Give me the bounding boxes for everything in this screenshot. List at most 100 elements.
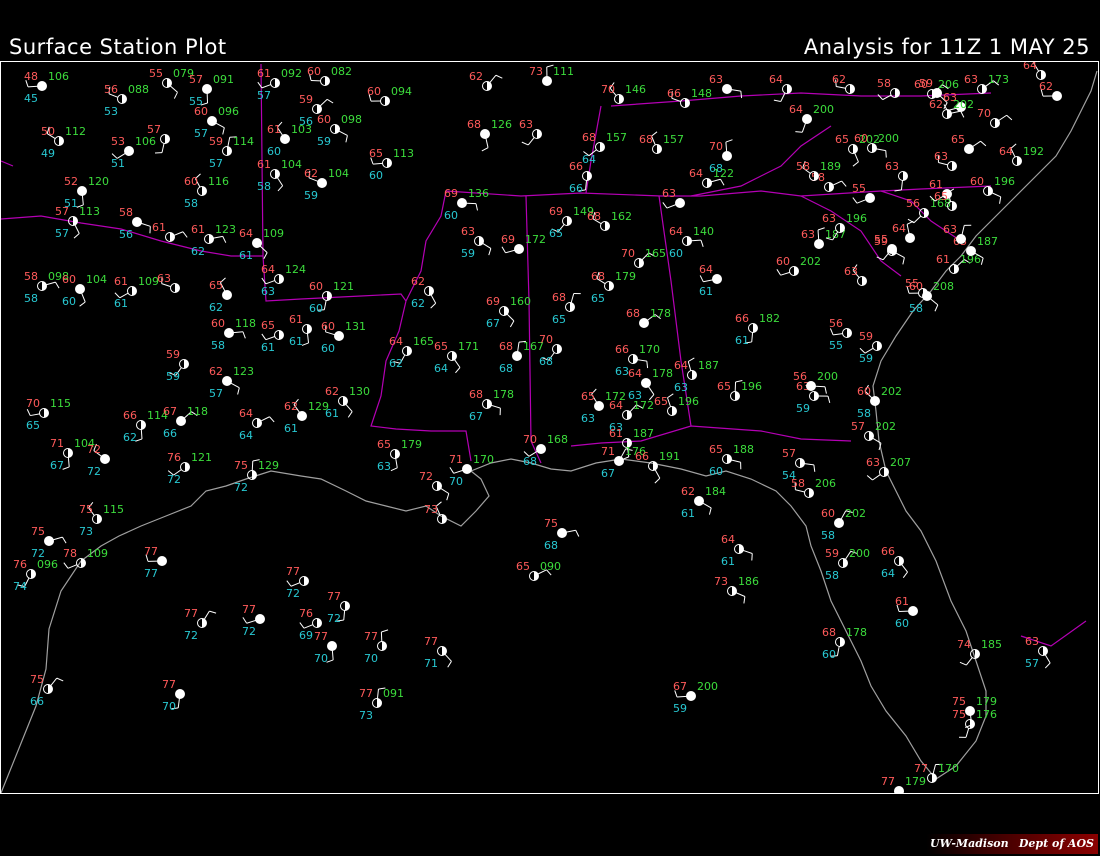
- sky-cover-symbol: [207, 116, 217, 126]
- temperature-value: 63: [964, 73, 978, 86]
- pressure-value: 192: [1023, 145, 1044, 158]
- station-plot: 73 186: [714, 575, 759, 604]
- wind-barb-staff: [454, 359, 461, 368]
- temperature-value: 63: [157, 272, 171, 285]
- wind-barb-flag: [521, 141, 529, 146]
- pressure-value: 178: [652, 367, 673, 380]
- station-plot: 65 64 171: [434, 340, 479, 375]
- temperature-value: 70: [709, 140, 723, 153]
- wind-barb-flag: [390, 467, 398, 472]
- temperature-value: 62: [929, 98, 943, 111]
- temperature-value: 71: [50, 437, 64, 450]
- wind-barb-staff: [998, 114, 1007, 121]
- wind-barb-staff: [173, 231, 184, 236]
- wind-barb-flag: [261, 333, 267, 340]
- dewpoint-value: 58: [184, 197, 198, 210]
- pressure-value: 173: [988, 73, 1009, 86]
- temperature-value: 67: [163, 405, 177, 418]
- sky-cover-symbol: [905, 233, 915, 243]
- temperature-value: 60: [970, 175, 984, 188]
- temperature-value: 62: [284, 400, 298, 413]
- wind-barb-staff: [817, 229, 820, 240]
- station-plot: 60 082: [307, 65, 352, 86]
- temperature-value: 62: [325, 385, 339, 398]
- temperature-value: 52: [64, 175, 78, 188]
- pressure-value: 202: [875, 420, 896, 433]
- station-plot: 67 59 200: [673, 680, 718, 715]
- wind-barb-staff: [836, 646, 840, 656]
- temperature-value: 63: [885, 160, 899, 173]
- sky-cover-symbol: [865, 193, 875, 203]
- sky-cover-symbol: [334, 331, 344, 341]
- wind-barb-staff: [140, 429, 143, 440]
- dewpoint-value: 55: [829, 339, 843, 352]
- sky-cover-symbol: [557, 528, 567, 538]
- stations-layer: 4845106565308855 0795755091 6157092 60 08260…: [13, 62, 1062, 793]
- pressure-value: 136: [468, 187, 489, 200]
- wind-barb-staff: [331, 650, 334, 660]
- pressure-value: 200: [849, 547, 870, 560]
- dewpoint-value: 57: [209, 387, 223, 400]
- pressure-value: 206: [938, 78, 959, 91]
- station-plot: 68 126: [467, 118, 512, 152]
- wind-barb-staff: [965, 657, 973, 666]
- sky-cover-symbol: [641, 378, 651, 388]
- temperature-value: 64: [892, 222, 906, 235]
- pressure-value: 114: [233, 135, 254, 148]
- sky-cover-symbol: [965, 706, 975, 716]
- sky-cover-symbol: [297, 411, 307, 421]
- wind-barb-flag: [700, 240, 704, 247]
- dewpoint-value: 63: [377, 460, 391, 473]
- dewpoint-value: 56: [119, 228, 133, 241]
- station-map[interactable]: 4845106565308855 0795755091 6157092 60 08260…: [1, 62, 1098, 793]
- temperature-value: 68: [499, 340, 513, 353]
- sky-cover-symbol: [176, 416, 186, 426]
- station-plot: 61 60 103: [267, 121, 312, 158]
- dewpoint-value: 72: [327, 612, 341, 625]
- temperature-value: 61: [257, 158, 271, 171]
- temperature-value: 61: [609, 427, 623, 440]
- wind-barb-flag: [26, 409, 31, 416]
- station-plot: 77 179: [881, 775, 926, 793]
- dewpoint-value: 62: [123, 431, 137, 444]
- station-plot: 68 64 157: [582, 131, 627, 166]
- temperature-value: 76: [167, 451, 181, 464]
- station-plot: 64 61: [721, 533, 753, 568]
- sky-cover-symbol: [966, 246, 976, 256]
- temperature-value: 56: [829, 317, 843, 330]
- station-plot: 63: [519, 118, 542, 146]
- wind-barb-staff: [230, 382, 240, 389]
- wind-barb-staff: [27, 85, 38, 88]
- temperature-value: 75: [544, 517, 558, 530]
- temperature-value: 76: [299, 607, 313, 620]
- wind-barb-flag: [866, 475, 873, 481]
- wind-barb-flag: [488, 248, 492, 256]
- temperature-value: 78: [63, 547, 77, 560]
- station-plot: 70 65 115: [26, 397, 71, 432]
- station-plot: 77 72: [184, 607, 217, 642]
- wind-barb-staff: [648, 386, 655, 395]
- dewpoint-value: 59: [304, 189, 318, 202]
- temperature-value: 71: [449, 453, 463, 466]
- temperature-value: 68: [582, 131, 596, 144]
- sky-cover-symbol: [722, 151, 732, 161]
- wind-barb-staff: [751, 332, 754, 342]
- wind-barb-staff: [265, 336, 275, 341]
- wind-barb-staff: [338, 130, 348, 136]
- wind-barb-staff: [731, 89, 741, 92]
- temperature-value: 77: [314, 630, 328, 643]
- pressure-value: 170: [639, 343, 660, 356]
- temperature-value: 57: [147, 123, 161, 136]
- pressure-value: 208: [933, 280, 954, 293]
- wind-barb-flag: [222, 236, 227, 243]
- pressure-value: 090: [540, 560, 561, 573]
- station-plot: 59 59: [859, 330, 882, 365]
- station-plot: 55 079: [149, 67, 194, 99]
- dewpoint-value: 61: [699, 285, 713, 298]
- dewpoint-value: 77: [144, 567, 158, 580]
- wind-barb-flag: [934, 304, 939, 312]
- sky-cover-symbol: [124, 146, 134, 156]
- temperature-value: 57: [55, 205, 69, 218]
- map-panel[interactable]: 48 45 106 56 53 088 55 079 57 55 091 61 57 092 60 082 60…: [0, 61, 1099, 794]
- wind-barb-staff: [430, 294, 437, 304]
